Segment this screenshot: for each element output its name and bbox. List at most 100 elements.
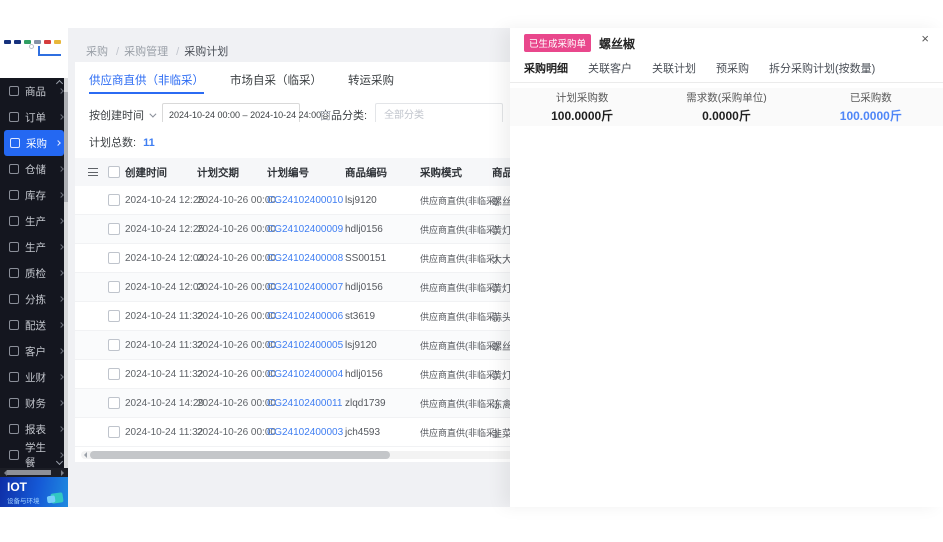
sidebar-item[interactable]: 生产 xyxy=(0,234,68,260)
chevron-right-icon xyxy=(55,140,61,146)
stat-value: 0.0000斤 xyxy=(654,107,798,124)
scroll-right-icon[interactable] xyxy=(61,470,67,476)
stat-label: 已采购数 xyxy=(799,90,943,105)
sidebar-item[interactable]: 生产 xyxy=(0,208,68,234)
logo-dash xyxy=(44,40,51,44)
sidebar-item-label: 生产 xyxy=(25,240,46,255)
row-checkbox[interactable] xyxy=(108,281,120,293)
table-hscrollbar-thumb[interactable] xyxy=(90,451,390,459)
stat-value: 100.0000斤 xyxy=(510,107,654,124)
select-all-checkbox[interactable] xyxy=(108,166,120,178)
chevron-right-icon xyxy=(58,244,64,250)
breadcrumb-item[interactable]: 采购计划 xyxy=(184,43,228,59)
row-checkbox[interactable] xyxy=(108,426,120,438)
chevron-right-icon xyxy=(58,426,64,432)
row-checkbox[interactable] xyxy=(108,368,120,380)
row-checkbox[interactable] xyxy=(108,223,120,235)
row-checkbox[interactable] xyxy=(108,310,120,322)
sidebar-item[interactable]: 采购 xyxy=(4,130,64,156)
breadcrumb-item[interactable]: 采购管理 xyxy=(124,43,179,59)
chevron-right-icon xyxy=(58,296,64,302)
iot-title: IOT xyxy=(7,480,27,494)
drawer-tab[interactable]: 拆分采购计划(按数量) xyxy=(769,58,875,82)
menu-icon xyxy=(9,320,19,330)
cell-plan-number-link[interactable]: CG24102400009 xyxy=(267,224,345,235)
drawer-tab[interactable]: 预采购 xyxy=(716,58,749,82)
cell-sku: hdlj0156 xyxy=(345,282,420,293)
cell-plan-number-link[interactable]: CG24102400006 xyxy=(267,311,345,322)
cell-plan-number-link[interactable]: CG24102400005 xyxy=(267,340,345,351)
sidebar-item[interactable]: 仓储 xyxy=(0,156,68,182)
sidebar-item[interactable]: 配送 xyxy=(0,312,68,338)
scroll-left-icon[interactable] xyxy=(81,452,87,458)
sidebar-item-label: 采购 xyxy=(26,136,47,151)
cell-plan-number-link[interactable]: CG24102400010 xyxy=(267,195,345,206)
chevron-right-icon xyxy=(58,348,64,354)
status-badge: 已生成采购单 xyxy=(524,34,591,52)
procurement-tab[interactable]: 市场自采（临采） xyxy=(230,72,322,94)
row-checkbox[interactable] xyxy=(108,194,120,206)
sidebar-item[interactable]: 库存 xyxy=(0,182,68,208)
cell-delivery: 2024-10-26 00:00 xyxy=(197,340,267,351)
sidebar-horizontal-scrollbar[interactable] xyxy=(0,468,68,477)
cell-mode: 供应商直供(非临采) xyxy=(420,194,492,207)
cell-plan-number-link[interactable]: CG24102400008 xyxy=(267,253,345,264)
drawer-tab[interactable]: 关联客户 xyxy=(588,58,632,82)
drawer-stats-bar: 计划采购数 100.0000斤 需求数(采购单位) 0.0000斤 已采购数 1… xyxy=(510,88,943,126)
cell-delivery: 2024-10-26 00:00 xyxy=(197,427,267,438)
column-header: 采购模式 xyxy=(420,165,492,180)
calendar-icon xyxy=(321,111,330,120)
sidebar-item-label: 财务 xyxy=(25,396,46,411)
sidebar-item[interactable]: 业财 xyxy=(0,364,68,390)
stat-block: 计划采购数 100.0000斤 xyxy=(510,90,654,124)
row-checkbox[interactable] xyxy=(108,397,120,409)
sidebar-item-label: 质检 xyxy=(25,266,46,281)
drawer-tab[interactable]: 采购明细 xyxy=(524,58,568,82)
menu-icon xyxy=(9,346,19,356)
cell-delivery: 2024-10-26 00:00 xyxy=(197,282,267,293)
cell-delivery: 2024-10-26 00:00 xyxy=(197,253,267,264)
cell-created: 2024-10-24 12:04 xyxy=(125,253,197,264)
stat-value[interactable]: 100.0000斤 xyxy=(799,107,943,124)
sidebar-item-label: 分拣 xyxy=(25,292,46,307)
breadcrumb-item[interactable]: 采购 xyxy=(86,43,119,59)
plan-total-summary: 计划总数: 11 xyxy=(89,134,155,150)
time-type-dropdown[interactable]: 按创建时间 xyxy=(89,107,154,123)
cell-plan-number-link[interactable]: CG24102400007 xyxy=(267,282,345,293)
drawer-tab[interactable]: 关联计划 xyxy=(652,58,696,82)
cell-created: 2024-10-24 11:32 xyxy=(125,369,197,380)
cell-plan-number-link[interactable]: CG24102400004 xyxy=(267,369,345,380)
row-checkbox[interactable] xyxy=(108,252,120,264)
time-type-label: 按创建时间 xyxy=(89,107,144,123)
drawer-title: 螺丝椒 xyxy=(599,35,635,52)
sidebar-item[interactable]: 分拣 xyxy=(0,286,68,312)
procurement-tab[interactable]: 转运采购 xyxy=(348,72,394,94)
iot-banner[interactable]: IOT 设备与环境 xyxy=(0,477,68,507)
close-icon[interactable]: × xyxy=(921,32,929,45)
column-settings-icon[interactable] xyxy=(88,168,98,176)
cell-plan-number-link[interactable]: CG24102400003 xyxy=(267,427,345,438)
sidebar-item[interactable]: 财务 xyxy=(0,390,68,416)
chevron-right-icon xyxy=(58,114,64,120)
stat-label: 需求数(采购单位) xyxy=(654,90,798,105)
row-checkbox[interactable] xyxy=(108,339,120,351)
iot-subtitle: 设备与环境 xyxy=(7,495,40,505)
sidebar-item[interactable]: 质检 xyxy=(0,260,68,286)
cell-sku: hdlj0156 xyxy=(345,369,420,380)
cell-created: 2024-10-24 11:32 xyxy=(125,427,197,438)
menu-icon xyxy=(9,164,19,174)
sidebar-item[interactable]: 报表 xyxy=(0,416,68,442)
app-root: 商品 订单 采购 仓储 xyxy=(0,0,943,542)
cell-plan-number-link[interactable]: CG24102400011 xyxy=(267,398,345,409)
sidebar-item[interactable]: 订单 xyxy=(0,104,68,130)
chevron-right-icon xyxy=(58,166,64,172)
drawer-tabs: 采购明细关联客户关联计划预采购拆分采购计划(按数量) xyxy=(510,58,943,83)
chevron-right-icon xyxy=(58,400,64,406)
sidebar-item-label: 业财 xyxy=(25,370,46,385)
procurement-tab[interactable]: 供应商直供（非临采） xyxy=(89,72,204,94)
cell-created: 2024-10-24 14:29 xyxy=(125,398,197,409)
logo-dash xyxy=(14,40,21,44)
sidebar-item[interactable]: 客户 xyxy=(0,338,68,364)
sidebar-item-label: 库存 xyxy=(25,188,46,203)
sidebar-hscrollbar-thumb[interactable] xyxy=(7,470,51,475)
